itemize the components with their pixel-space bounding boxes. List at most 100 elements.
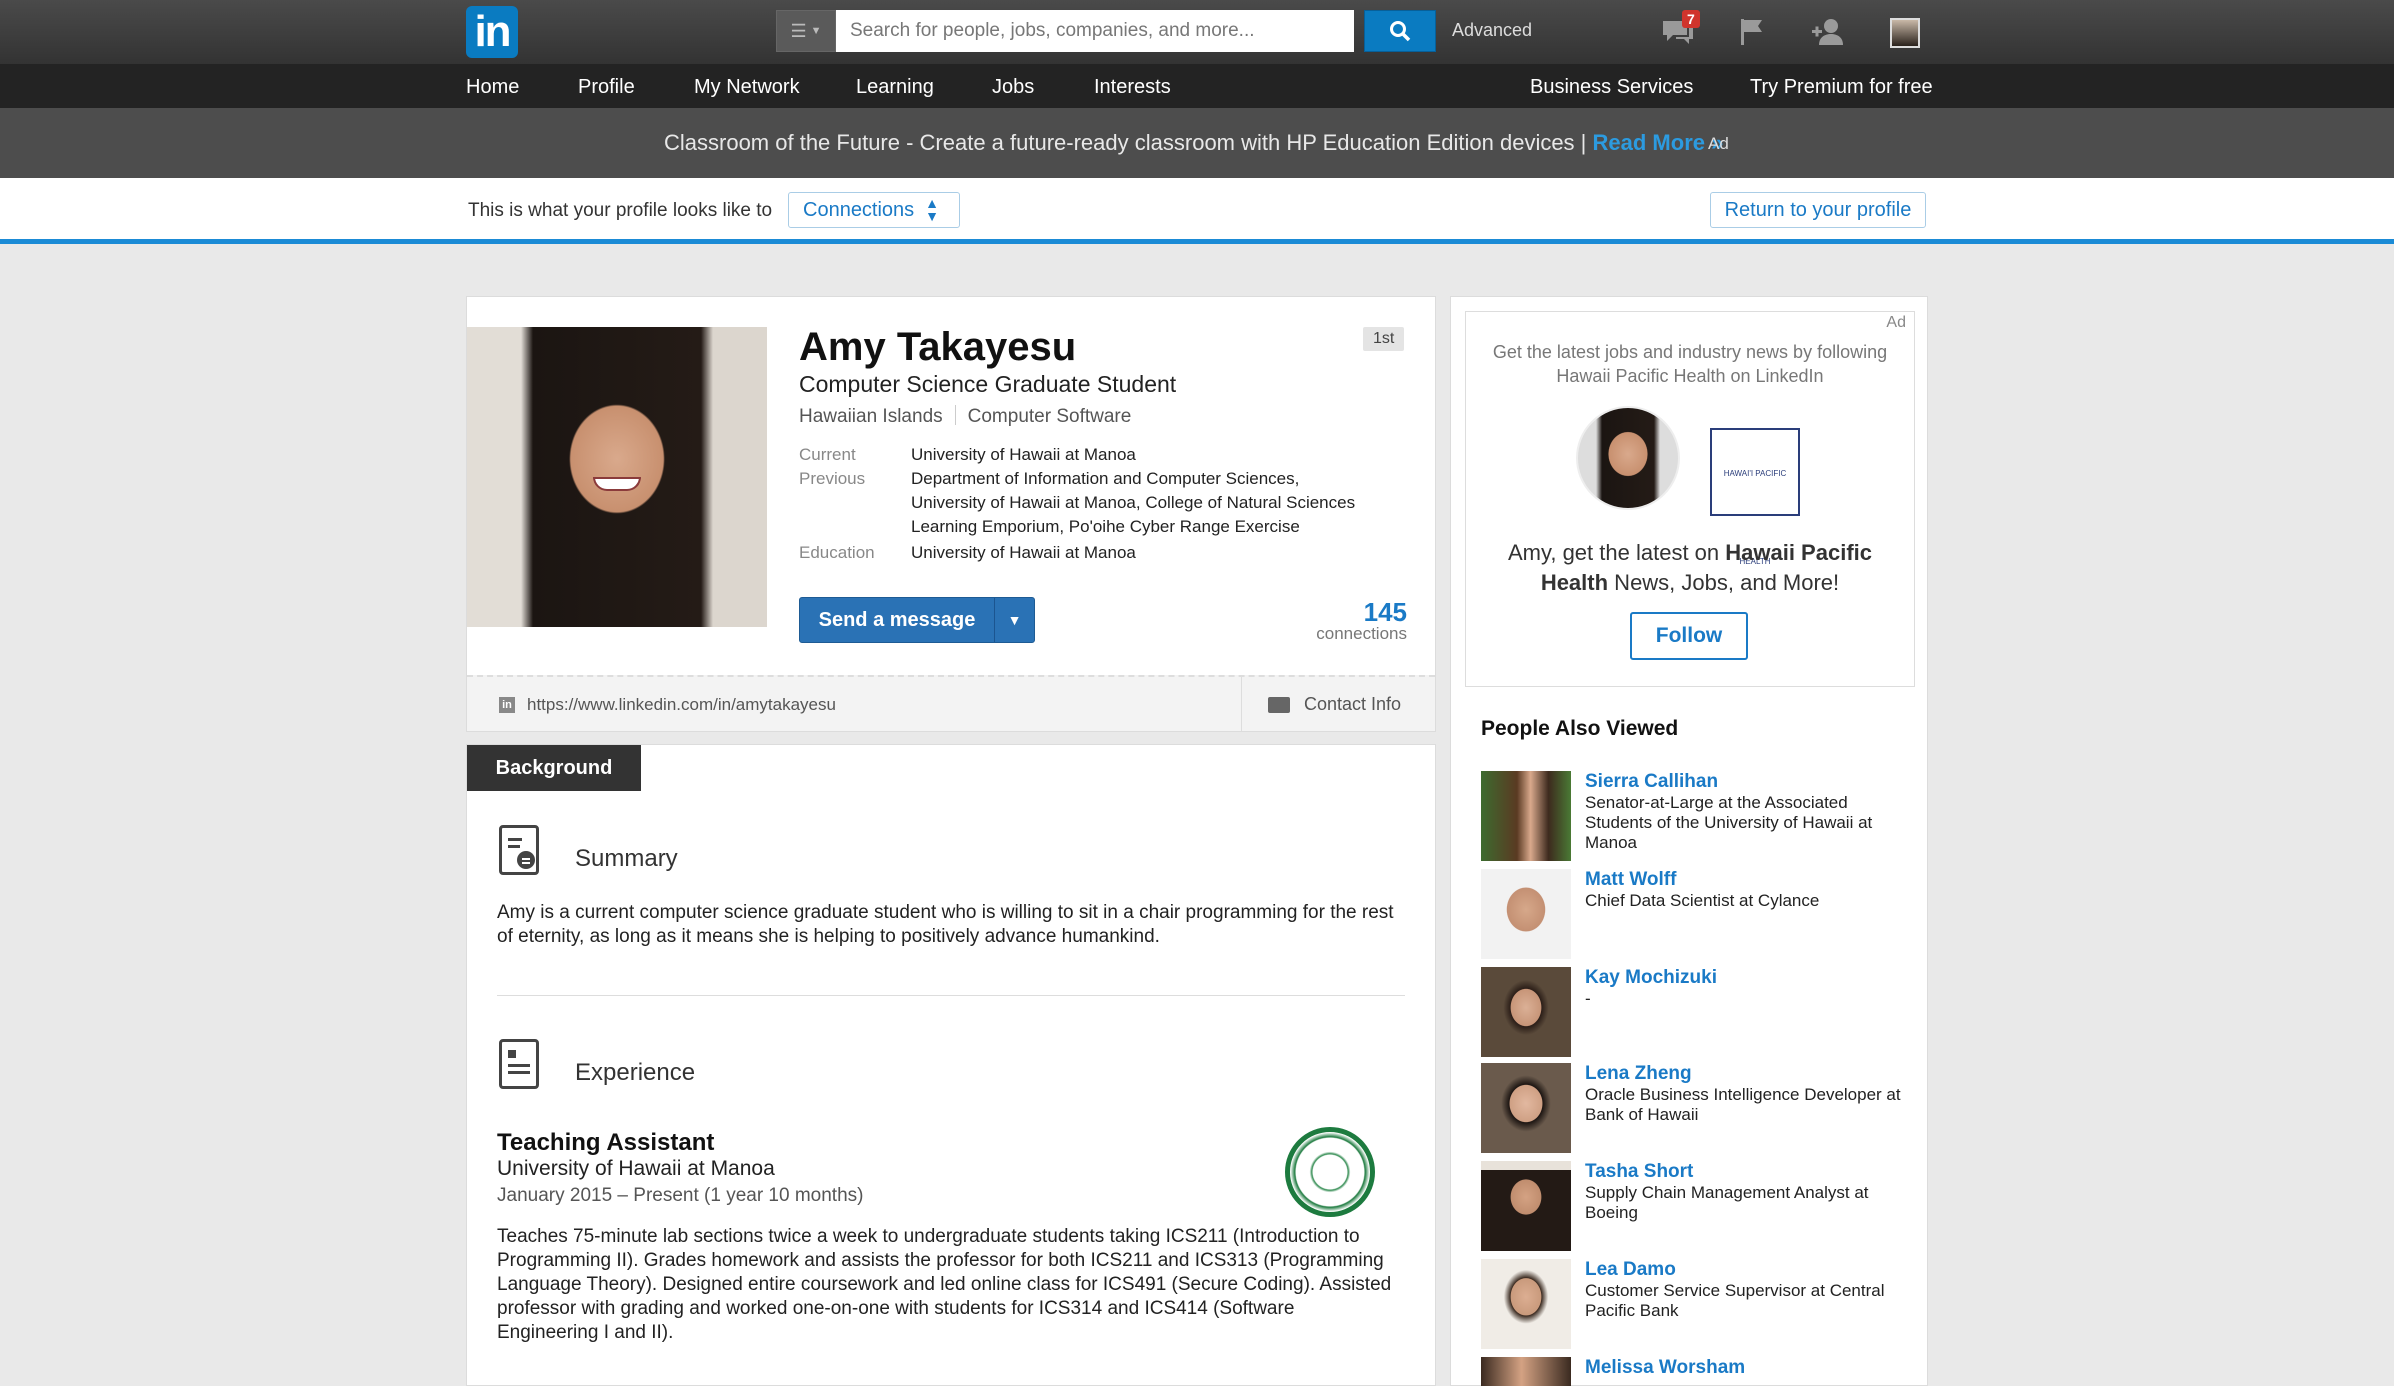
connections-count: 145 connections bbox=[1316, 597, 1407, 644]
contact-info-button[interactable]: Contact Info bbox=[1241, 677, 1435, 731]
messages-badge: 7 bbox=[1682, 10, 1700, 28]
read-more-link[interactable]: Read More » bbox=[1593, 130, 1724, 155]
search-bar: ☰ ▼ bbox=[776, 10, 1354, 52]
account-avatar[interactable] bbox=[1890, 18, 1920, 48]
search-input[interactable] bbox=[836, 10, 1354, 52]
job-description: Teaches 75-minute lab sections twice a w… bbox=[497, 1226, 1392, 1343]
experience-icon bbox=[499, 1039, 539, 1089]
nav-business-services[interactable]: Business Services bbox=[1530, 76, 1693, 99]
list-icon: ☰ bbox=[790, 20, 807, 41]
education-value[interactable]: University of Hawaii at Manoa bbox=[911, 541, 1136, 565]
nav-interests[interactable]: Interests bbox=[1094, 76, 1171, 99]
return-to-profile-button[interactable]: Return to your profile bbox=[1710, 192, 1926, 228]
avatar[interactable] bbox=[1481, 1357, 1571, 1386]
sidebar-ad: Ad Get the latest jobs and industry news… bbox=[1465, 311, 1915, 687]
public-profile-url[interactable]: https://www.linkedin.com/in/amytakayesu bbox=[527, 695, 836, 715]
connection-degree-badge: 1st bbox=[1363, 327, 1405, 351]
profile-photo[interactable] bbox=[467, 327, 767, 627]
nav-my-network[interactable]: My Network bbox=[694, 76, 800, 99]
right-rail: Ad Get the latest jobs and industry news… bbox=[1450, 296, 1928, 1386]
send-message-label[interactable]: Send a message bbox=[800, 598, 994, 642]
person-headline: Chief Data Scientist at Cylance bbox=[1585, 891, 1820, 910]
job-title[interactable]: Teaching Assistant bbox=[497, 1129, 714, 1157]
profile-name: Amy Takayesu bbox=[799, 325, 1077, 369]
summary-icon bbox=[499, 825, 539, 875]
list-item[interactable]: Sierra Callihan Senator-at-Large at the … bbox=[1481, 771, 1911, 863]
person-headline: Supply Chain Management Analyst at Boein… bbox=[1585, 1183, 1869, 1222]
previous-value-3[interactable]: Learning Emporium, Po'oihe Cyber Range E… bbox=[911, 515, 1300, 539]
profile-industry[interactable]: Computer Software bbox=[968, 406, 1132, 427]
avatar[interactable] bbox=[1481, 1063, 1571, 1153]
avatar[interactable] bbox=[1481, 771, 1571, 861]
ad-banner-copy: Classroom of the Future - Create a futur… bbox=[664, 130, 1593, 155]
ad-message-post: News, Jobs, and More! bbox=[1608, 570, 1840, 595]
nav-learning[interactable]: Learning bbox=[856, 76, 934, 99]
company-logo[interactable]: HAWAI'I PACIFIC HEALTH bbox=[1710, 428, 1800, 566]
viewer-avatar bbox=[1576, 406, 1680, 510]
profile-headline: Computer Science Graduate Student bbox=[799, 371, 1177, 397]
previous-label: Previous bbox=[799, 469, 866, 488]
list-item[interactable]: Tasha Short Supply Chain Management Anal… bbox=[1481, 1161, 1911, 1253]
profile-card: Amy Takayesu Computer Science Graduate S… bbox=[466, 296, 1436, 732]
experience-title: Experience bbox=[575, 1059, 696, 1086]
view-as-label: This is what your profile looks like to bbox=[468, 200, 773, 221]
nav-profile[interactable]: Profile bbox=[578, 76, 635, 99]
avatar[interactable] bbox=[1481, 1259, 1571, 1349]
follow-button[interactable]: Follow bbox=[1630, 612, 1748, 660]
profile-location[interactable]: Hawaiian Islands bbox=[799, 406, 943, 427]
education-label: Education bbox=[799, 543, 875, 562]
person-name[interactable]: Melissa Worsham bbox=[1585, 1357, 1745, 1379]
previous-value-2[interactable]: University of Hawaii at Manoa, College o… bbox=[911, 491, 1355, 515]
person-name[interactable]: Lena Zheng bbox=[1585, 1063, 1692, 1085]
ad-label: Ad bbox=[1886, 314, 1906, 331]
sort-arrows-icon: ▲ ▼ bbox=[925, 195, 939, 224]
person-name[interactable]: Sierra Callihan bbox=[1585, 771, 1718, 793]
current-label: Current bbox=[799, 445, 856, 464]
linkedin-logo[interactable]: in bbox=[466, 6, 518, 58]
send-message-button[interactable]: Send a message ▼ bbox=[799, 597, 1035, 643]
flag-icon[interactable] bbox=[1734, 14, 1770, 50]
job-company[interactable]: University of Hawaii at Manoa bbox=[497, 1157, 775, 1181]
list-item[interactable]: Matt Wolff Chief Data Scientist at Cylan… bbox=[1481, 869, 1911, 961]
avatar[interactable] bbox=[1481, 967, 1571, 1057]
ad-banner: Classroom of the Future - Create a futur… bbox=[0, 108, 2394, 178]
list-item[interactable]: Lena Zheng Oracle Business Intelligence … bbox=[1481, 1063, 1911, 1155]
person-name[interactable]: Kay Mochizuki bbox=[1585, 967, 1717, 989]
search-category-menu[interactable]: ☰ ▼ bbox=[776, 10, 836, 52]
photo-smile bbox=[593, 477, 641, 491]
search-button[interactable] bbox=[1364, 10, 1436, 52]
avatar[interactable] bbox=[1481, 869, 1571, 959]
sidebar-ad-top-text: Get the latest jobs and industry news by… bbox=[1492, 342, 1888, 386]
person-name[interactable]: Lea Damo bbox=[1585, 1259, 1676, 1281]
ad-label: Ad bbox=[1708, 134, 1729, 153]
section-divider bbox=[497, 995, 1405, 996]
connections-label: connections bbox=[1316, 624, 1407, 643]
nav-jobs[interactable]: Jobs bbox=[992, 76, 1034, 99]
list-item[interactable]: Melissa Worsham bbox=[1481, 1357, 1911, 1386]
summary-text: Amy is a current computer science gradua… bbox=[497, 902, 1394, 947]
avatar[interactable] bbox=[1481, 1161, 1571, 1251]
search-icon bbox=[1390, 21, 1411, 42]
person-name[interactable]: Matt Wolff bbox=[1585, 869, 1676, 891]
person-headline: Senator-at-Large at the Associated Stude… bbox=[1585, 793, 1873, 852]
nav-try-premium[interactable]: Try Premium for free bbox=[1750, 76, 1933, 99]
divider bbox=[954, 405, 956, 425]
previous-value-1[interactable]: Department of Information and Computer S… bbox=[911, 467, 1299, 491]
person-name[interactable]: Tasha Short bbox=[1585, 1161, 1693, 1183]
add-connection-icon[interactable] bbox=[1810, 14, 1846, 50]
top-bar: in ☰▼ Advanced 7 bbox=[0, 0, 2394, 64]
sidebar-ad-message: Amy, get the latest on Hawaii Pacific He… bbox=[1466, 538, 1914, 598]
job-dates: January 2015 – Present (1 year 10 months… bbox=[497, 1185, 864, 1206]
background-section: Background Summary Amy is a current comp… bbox=[466, 744, 1436, 1386]
university-seal-logo[interactable] bbox=[1285, 1127, 1375, 1217]
summary-title: Summary bbox=[575, 845, 678, 872]
chevron-down-icon[interactable]: ▼ bbox=[994, 598, 1034, 642]
list-item[interactable]: Lea Damo Customer Service Supervisor at … bbox=[1481, 1259, 1911, 1351]
audience-select[interactable]: Connections ▲ ▼ bbox=[788, 192, 960, 228]
folder-icon bbox=[1268, 697, 1290, 713]
nav-home[interactable]: Home bbox=[466, 76, 519, 99]
person-headline: Oracle Business Intelligence Developer a… bbox=[1585, 1085, 1901, 1124]
list-item[interactable]: Kay Mochizuki - bbox=[1481, 967, 1911, 1059]
current-value[interactable]: University of Hawaii at Manoa bbox=[911, 443, 1136, 467]
advanced-search-link[interactable]: Advanced bbox=[1452, 20, 1532, 41]
